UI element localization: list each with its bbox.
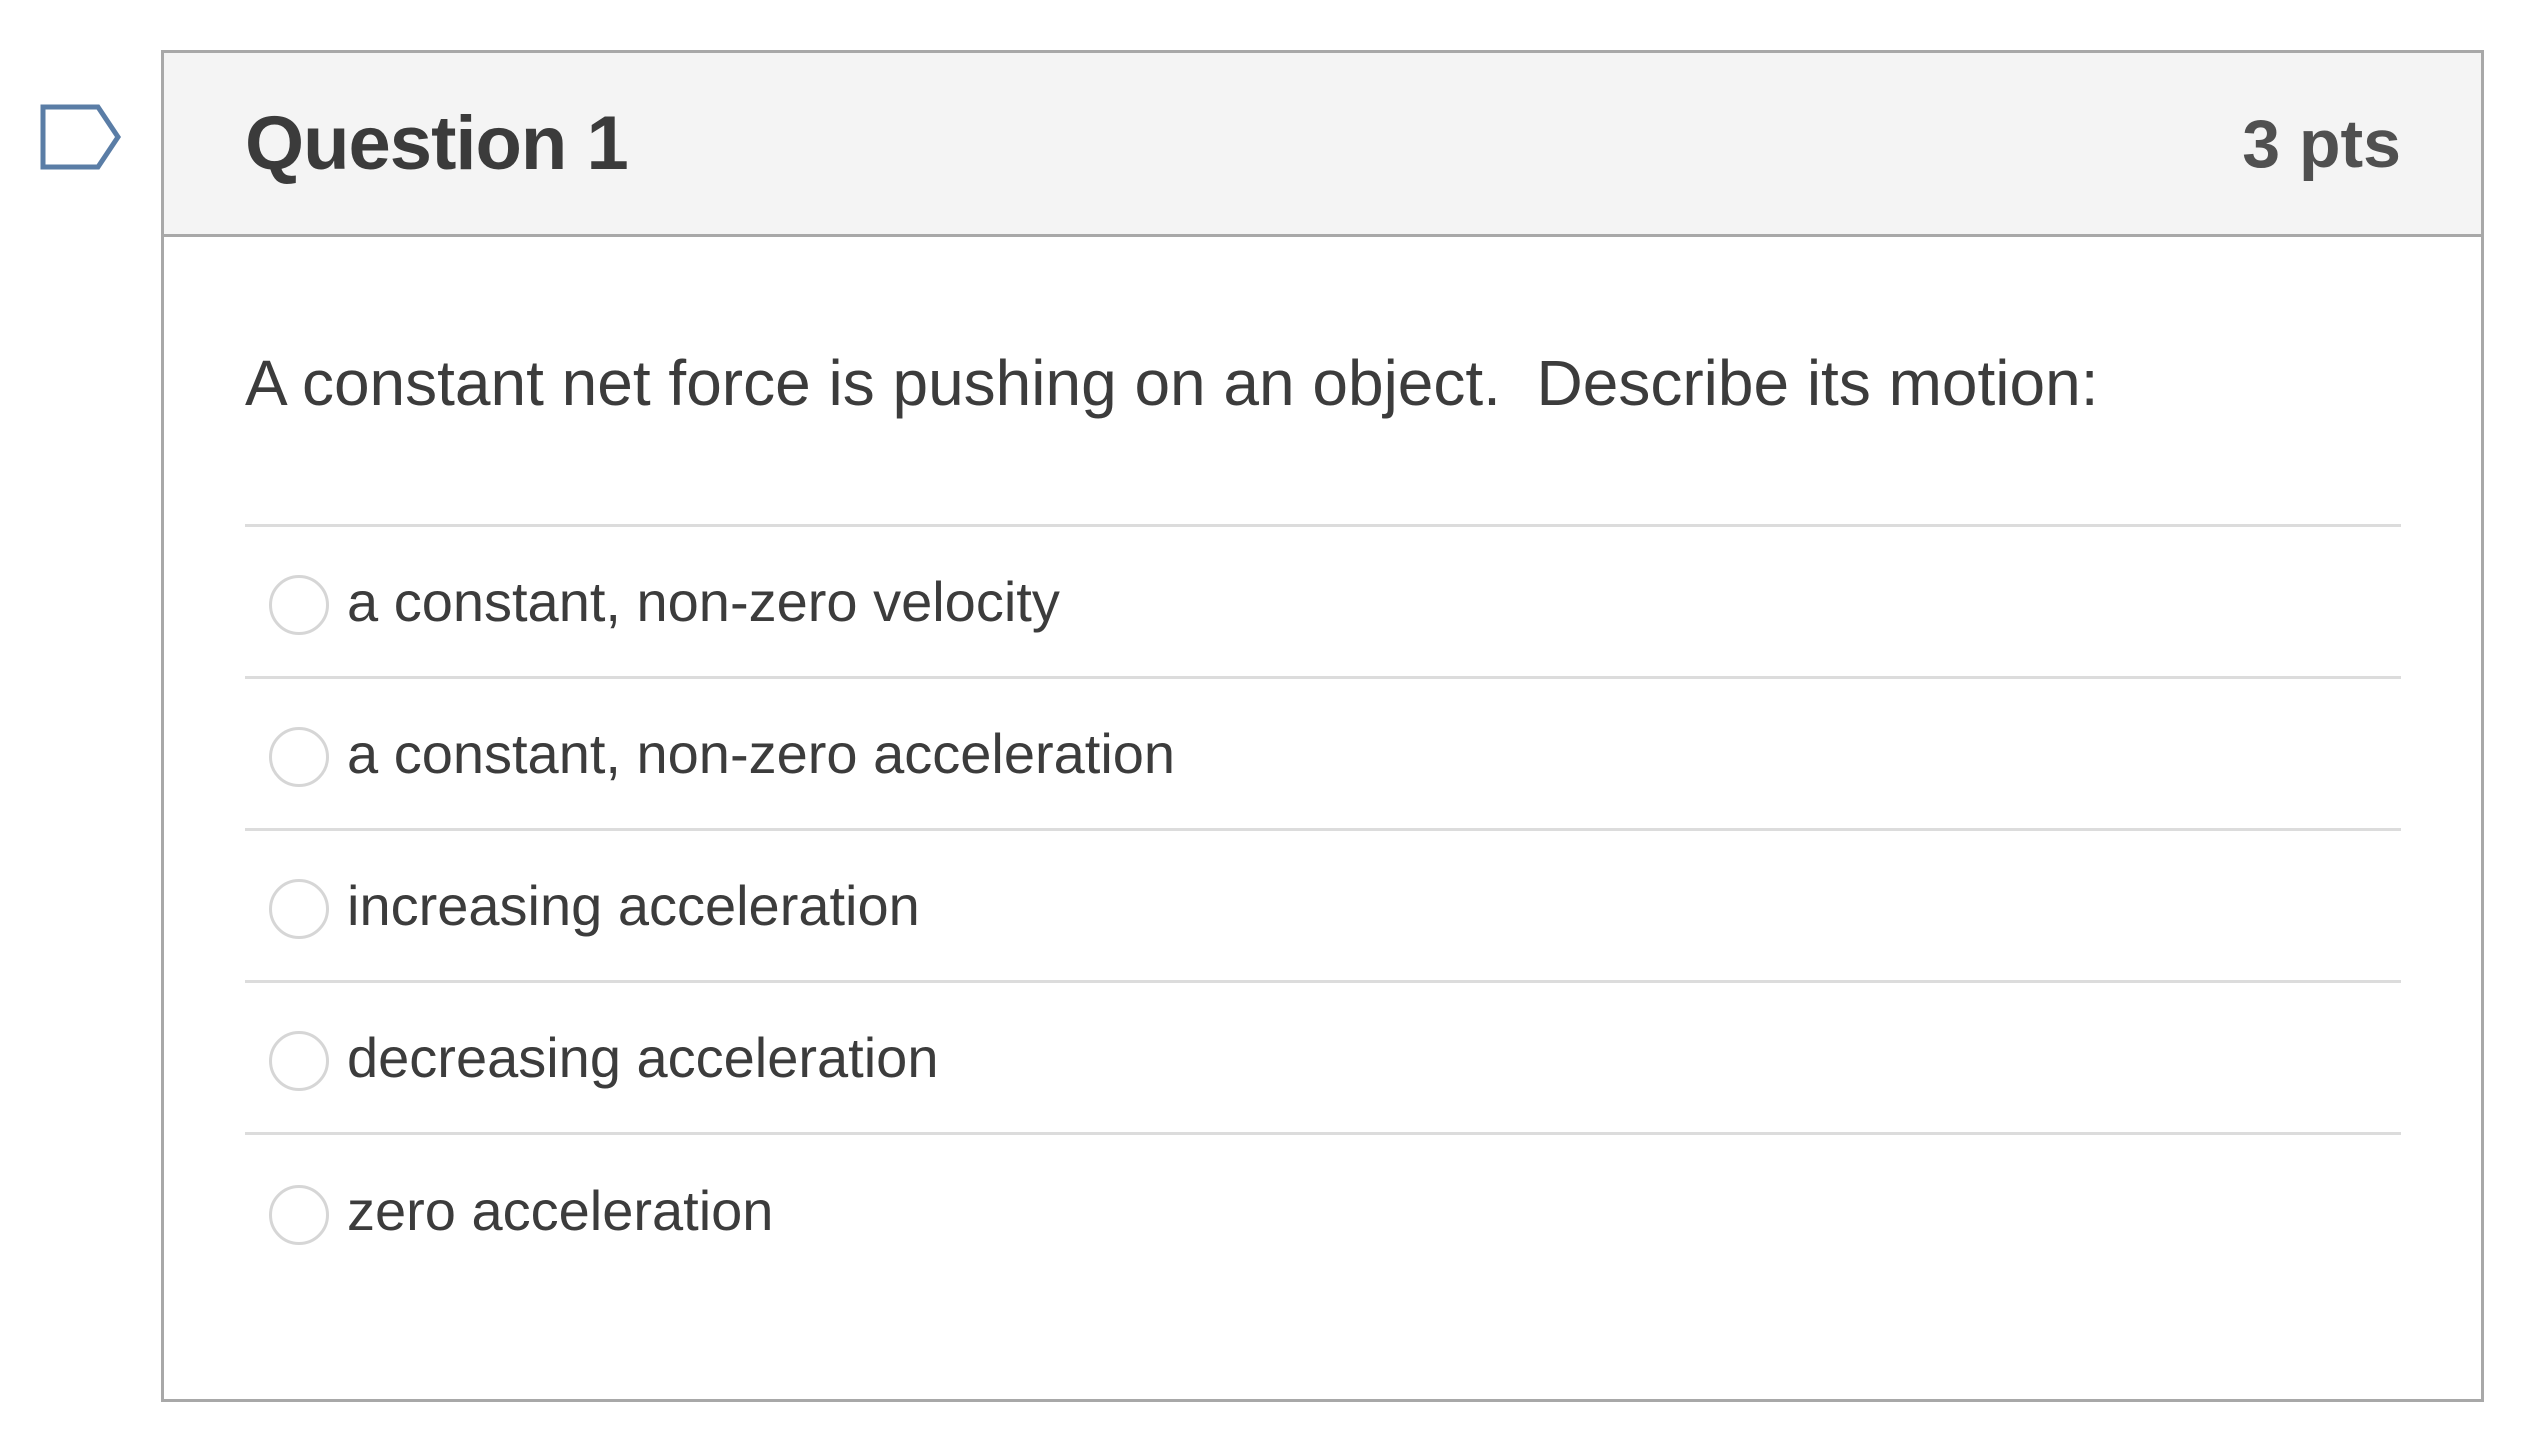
question-body: A constant net force is pushing on an ob… xyxy=(164,345,2481,1287)
flag-question-icon[interactable] xyxy=(40,104,122,170)
answer-option[interactable]: a constant, non-zero acceleration xyxy=(245,679,2401,831)
question-text: A constant net force is pushing on an ob… xyxy=(245,347,2099,419)
answer-label[interactable]: decreasing acceleration xyxy=(347,1025,938,1090)
question-points: 3 pts xyxy=(2242,105,2401,182)
question-header: Question 1 3 pts xyxy=(164,53,2481,237)
radio-button[interactable] xyxy=(269,1184,329,1245)
answer-label[interactable]: increasing acceleration xyxy=(347,873,920,938)
radio-button[interactable] xyxy=(269,575,329,636)
radio-button[interactable] xyxy=(269,727,329,788)
radio-button[interactable] xyxy=(269,1031,329,1092)
answer-option[interactable]: a constant, non-zero velocity xyxy=(245,527,2401,679)
answer-option[interactable]: zero acceleration xyxy=(245,1135,2401,1287)
answer-label[interactable]: a constant, non-zero velocity xyxy=(347,569,1060,634)
answer-label[interactable]: zero acceleration xyxy=(347,1178,773,1243)
radio-button[interactable] xyxy=(269,879,329,940)
answer-label[interactable]: a constant, non-zero acceleration xyxy=(347,721,1175,786)
question-card: Question 1 3 pts A constant net force is… xyxy=(161,50,2484,1402)
quiz-page: Question 1 3 pts A constant net force is… xyxy=(0,0,2526,1440)
answer-option[interactable]: decreasing acceleration xyxy=(245,983,2401,1135)
answer-list: a constant, non-zero velocity a constant… xyxy=(245,523,2401,1287)
question-title: Question 1 xyxy=(245,101,629,186)
answer-option[interactable]: increasing acceleration xyxy=(245,831,2401,983)
